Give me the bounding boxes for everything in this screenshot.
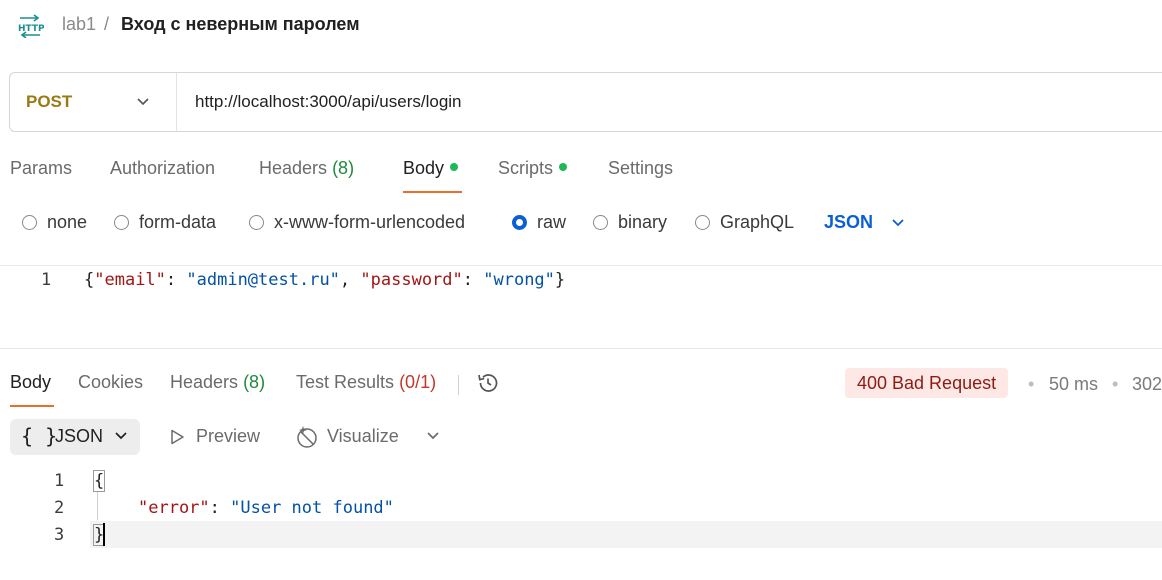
request-title[interactable]: Вход с неверным паролем [121, 14, 360, 35]
code-brace: { [93, 470, 106, 492]
radio-icon [593, 215, 608, 230]
line-number: 1 [41, 270, 52, 290]
breadcrumb-collection[interactable]: lab1 [62, 14, 96, 35]
visualize-button[interactable]: Visualize [327, 426, 399, 447]
radio-graphql-label: GraphQL [720, 212, 795, 232]
method-select[interactable]: POST [26, 92, 72, 112]
tab-body-label: Body [403, 158, 445, 178]
url-divider [176, 73, 177, 131]
code-comma: , [339, 270, 361, 290]
meta-separator: • [1112, 374, 1119, 394]
request-body-editor[interactable]: {"email": "admin@test.ru", "password": "… [84, 270, 565, 290]
code-brace: { [84, 270, 95, 290]
active-tab-indicator [403, 191, 462, 193]
radio-binary[interactable]: binary [593, 212, 667, 233]
divider [0, 265, 1162, 266]
radio-binary-label: binary [618, 212, 668, 232]
svg-text:HTTP: HTTP [18, 24, 44, 34]
url-input[interactable]: http://localhost:3000/api/users/login [195, 92, 462, 112]
code-colon: : [462, 270, 484, 290]
format-label: JSON [55, 426, 104, 446]
chevron-down-icon[interactable] [891, 217, 905, 229]
radio-raw-label: raw [537, 212, 567, 232]
radio-form-data-label: form-data [139, 212, 217, 232]
radio-urlencoded[interactable]: x-www-form-urlencoded [249, 212, 465, 233]
http-icon: HTTP [18, 14, 44, 38]
code-key: "error" [138, 498, 210, 518]
url-bar [9, 72, 1162, 132]
toolbar-separator [458, 375, 459, 395]
radio-icon [695, 215, 710, 230]
code-brace: } [554, 270, 566, 290]
active-line-highlight [90, 521, 1162, 548]
line-number: 3 [54, 525, 65, 545]
tab-params[interactable]: Params [10, 158, 72, 179]
visualize-icon [297, 426, 317, 448]
radio-graphql[interactable]: GraphQL [695, 212, 794, 233]
indent-guide [97, 492, 98, 520]
line-number: 2 [54, 498, 65, 518]
response-tab-headers-label: Headers [170, 372, 239, 392]
radio-raw[interactable]: raw [512, 212, 566, 233]
tab-headers-label: Headers [259, 158, 328, 178]
text-cursor [103, 523, 105, 546]
radio-icon [22, 215, 37, 230]
active-response-tab-indicator [10, 405, 54, 407]
pane-divider[interactable] [0, 348, 1162, 349]
code-key: "password" [360, 270, 463, 290]
response-tab-headers-count: (8) [243, 372, 266, 392]
response-tab-cookies[interactable]: Cookies [78, 372, 143, 393]
tab-headers[interactable]: Headers (8) [259, 158, 354, 179]
response-time[interactable]: 50 ms [1049, 374, 1098, 395]
response-tab-test-label: Test Results [296, 372, 395, 392]
braces-icon: { } [21, 424, 58, 448]
chevron-down-icon[interactable] [136, 96, 150, 108]
play-icon [171, 429, 184, 445]
response-body-line: "error": "User not found" [138, 498, 394, 518]
chevron-down-icon [115, 432, 127, 440]
meta-separator: • [1028, 374, 1035, 394]
code-key: "email" [94, 270, 166, 290]
preview-button[interactable]: Preview [196, 426, 260, 447]
code-string: "wrong" [483, 270, 555, 290]
modified-dot-icon [450, 163, 459, 171]
tab-scripts-label: Scripts [498, 158, 554, 178]
status-badge[interactable]: 400 Bad Request [845, 368, 1009, 398]
response-tab-body[interactable]: Body [10, 372, 51, 393]
response-tab-headers[interactable]: Headers (8) [170, 372, 265, 393]
response-body-editor[interactable]: { [93, 470, 106, 492]
radio-icon [114, 215, 129, 230]
radio-none-label: none [47, 212, 88, 232]
code-colon: : [165, 270, 187, 290]
code-string: "admin@test.ru" [186, 270, 340, 290]
modified-dot-icon [559, 163, 568, 171]
chevron-down-icon[interactable] [426, 430, 440, 442]
tab-settings[interactable]: Settings [608, 158, 673, 179]
radio-form-data[interactable]: form-data [114, 212, 216, 233]
code-string: "User not found" [230, 498, 394, 518]
history-icon[interactable] [476, 371, 500, 395]
response-tab-test-results[interactable]: Test Results (0/1) [296, 372, 436, 393]
radio-none[interactable]: none [22, 212, 87, 233]
breadcrumb-separator: / [104, 14, 110, 34]
tab-body[interactable]: Body [403, 158, 459, 179]
response-tab-test-count: (0/1) [399, 372, 437, 392]
radio-icon [249, 215, 264, 230]
radio-urlencoded-label: x-www-form-urlencoded [274, 212, 466, 232]
line-number: 1 [54, 471, 65, 491]
tab-headers-count: (8) [332, 158, 355, 178]
response-size[interactable]: 302 [1132, 374, 1162, 395]
radio-selected-icon [512, 215, 527, 230]
code-colon: : [209, 498, 231, 518]
tab-authorization[interactable]: Authorization [110, 158, 215, 179]
language-select[interactable]: JSON [824, 212, 873, 233]
tab-scripts[interactable]: Scripts [498, 158, 568, 179]
